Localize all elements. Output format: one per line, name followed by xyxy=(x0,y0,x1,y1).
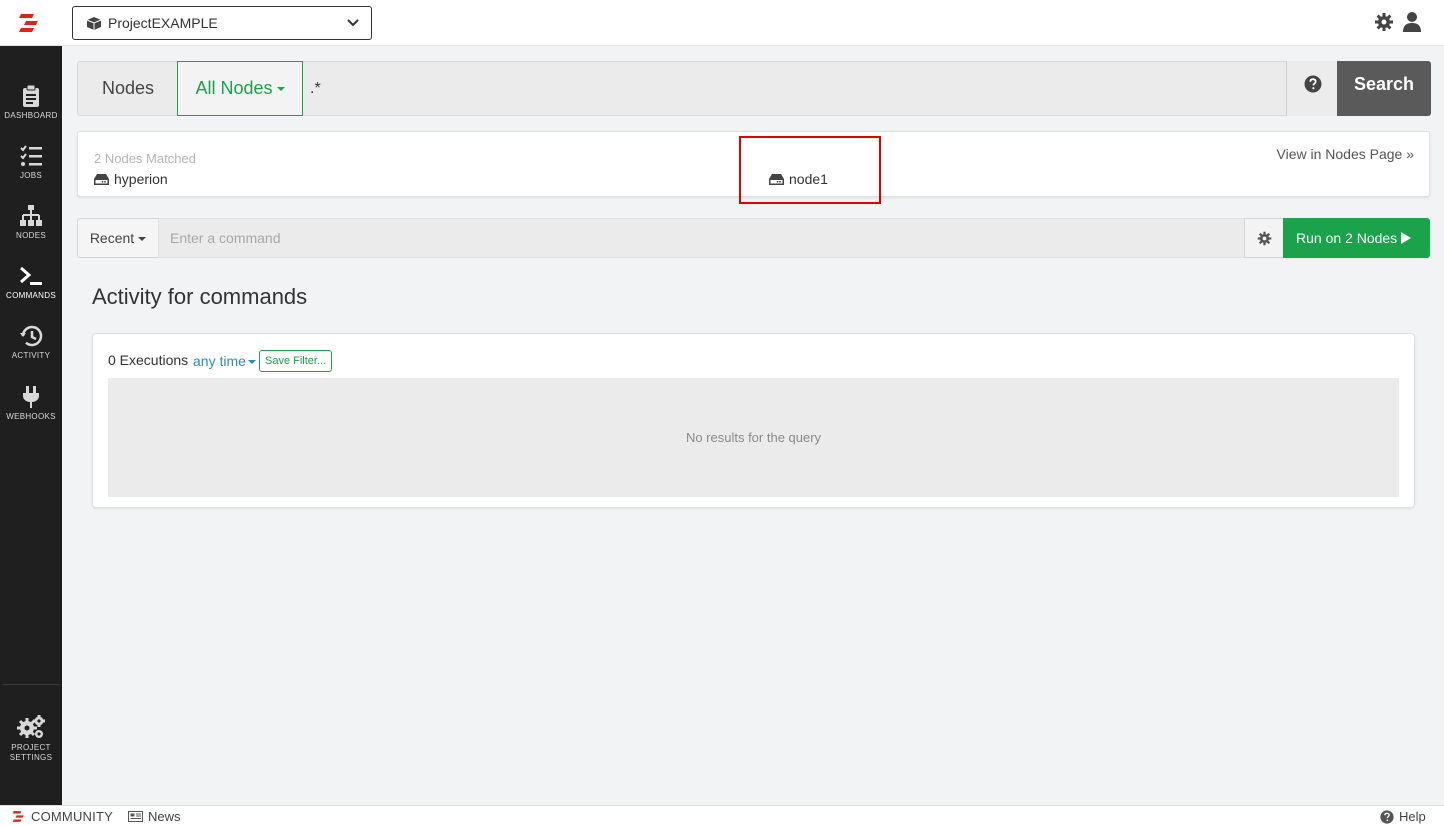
project-name: ProjectEXAMPLE xyxy=(108,15,218,31)
recent-label: Recent xyxy=(89,230,135,246)
sidebar-item-label: JOBS xyxy=(19,171,43,180)
time-filter-dropdown[interactable]: any time xyxy=(193,353,256,369)
activity-panel: 0 Executions any time Save Filter... No … xyxy=(92,333,1415,508)
executions-count: 0 Executions xyxy=(108,352,189,368)
view-in-nodes-page-link[interactable]: View in Nodes Page » xyxy=(1277,146,1415,162)
caret-down-icon xyxy=(247,360,256,365)
sidebar-item-label: DASHBOARD xyxy=(4,111,58,120)
node-filter-bar: Nodes All Nodes Search xyxy=(77,61,1431,116)
recent-commands-dropdown[interactable]: Recent xyxy=(77,218,159,258)
hdd-icon xyxy=(94,173,109,185)
clipboard-icon xyxy=(23,84,39,107)
chevron-down-icon xyxy=(347,19,359,27)
node-name: hyperion xyxy=(114,171,168,187)
settings-label-line1: PROJECT xyxy=(11,743,51,752)
sidebar-item-commands[interactable]: COMMANDS xyxy=(0,264,62,300)
sidebar-item-jobs[interactable]: JOBS xyxy=(0,144,62,180)
no-results-message: No results for the query xyxy=(685,430,822,445)
history-icon xyxy=(20,325,43,347)
top-bar: ProjectEXAMPLE xyxy=(0,0,1444,46)
results-area: No results for the query xyxy=(108,378,1399,497)
question-circle-icon xyxy=(1304,75,1322,93)
sitemap-icon xyxy=(20,205,42,226)
help-link[interactable]: Help xyxy=(1399,809,1426,824)
project-box-icon xyxy=(86,17,102,30)
sidebar-item-label: ACTIVITY xyxy=(11,351,51,360)
caret-down-icon xyxy=(276,87,285,92)
save-filter-button[interactable]: Save Filter... xyxy=(259,350,333,372)
sidebar-item-label: WEBHOOKS xyxy=(6,412,56,421)
all-nodes-label: All Nodes xyxy=(195,78,273,98)
all-nodes-dropdown[interactable]: All Nodes xyxy=(177,61,303,116)
sidebar-item-nodes[interactable]: NODES xyxy=(0,204,62,240)
community-link[interactable]: COMMUNITY xyxy=(31,809,113,824)
filter-help-button[interactable] xyxy=(1286,61,1338,116)
highlight-annotation-box xyxy=(739,136,881,204)
caret-down-icon xyxy=(138,237,147,242)
sidebar-item-dashboard[interactable]: DASHBOARD xyxy=(0,84,62,120)
plug-icon xyxy=(23,386,39,408)
sidebar: DASHBOARD JOBS NODES COMMANDS ACTIVITY W… xyxy=(0,46,62,805)
task-list-icon xyxy=(20,145,42,166)
time-filter-label: any time xyxy=(193,353,246,369)
command-options-button[interactable] xyxy=(1244,218,1284,258)
news-link[interactable]: News xyxy=(148,809,181,824)
sidebar-item-label: COMMANDS xyxy=(6,291,56,300)
command-input[interactable] xyxy=(158,218,1245,258)
project-selector[interactable]: ProjectEXAMPLE xyxy=(72,6,372,40)
sidebar-item-label: NODES xyxy=(16,231,46,240)
play-icon xyxy=(1401,231,1412,244)
terminal-icon xyxy=(20,266,42,285)
node-filter-input[interactable] xyxy=(310,72,1210,106)
run-label: Run on 2 Nodes xyxy=(1296,230,1398,246)
gear-icon[interactable] xyxy=(1374,12,1394,32)
node-item-hyperion[interactable]: hyperion xyxy=(94,171,168,187)
footer: COMMUNITY News Help xyxy=(0,805,1444,826)
newspaper-icon xyxy=(128,811,143,822)
question-circle-icon xyxy=(1380,810,1394,824)
settings-label-line2: SETTINGS xyxy=(9,753,53,762)
command-bar: Recent Run on 2 Nodes xyxy=(77,218,1430,258)
nodes-matched-count: 2 Nodes Matched xyxy=(94,151,196,166)
sidebar-item-webhooks[interactable]: WEBHOOKS xyxy=(0,385,62,421)
run-on-nodes-button[interactable]: Run on 2 Nodes xyxy=(1283,218,1430,258)
user-icon[interactable] xyxy=(1402,11,1422,33)
search-button[interactable]: Search xyxy=(1337,61,1431,116)
gear-icon xyxy=(1257,231,1272,246)
gears-icon xyxy=(17,715,45,738)
sidebar-item-activity[interactable]: ACTIVITY xyxy=(0,324,62,360)
rundeck-logo-icon[interactable] xyxy=(18,12,40,34)
sidebar-item-project-settings[interactable]: PROJECT SETTINGS xyxy=(0,714,62,762)
sidebar-divider xyxy=(3,684,59,685)
rundeck-logo-icon xyxy=(12,811,24,822)
activity-title: Activity for commands xyxy=(92,284,308,309)
nodes-label: Nodes xyxy=(101,78,155,98)
